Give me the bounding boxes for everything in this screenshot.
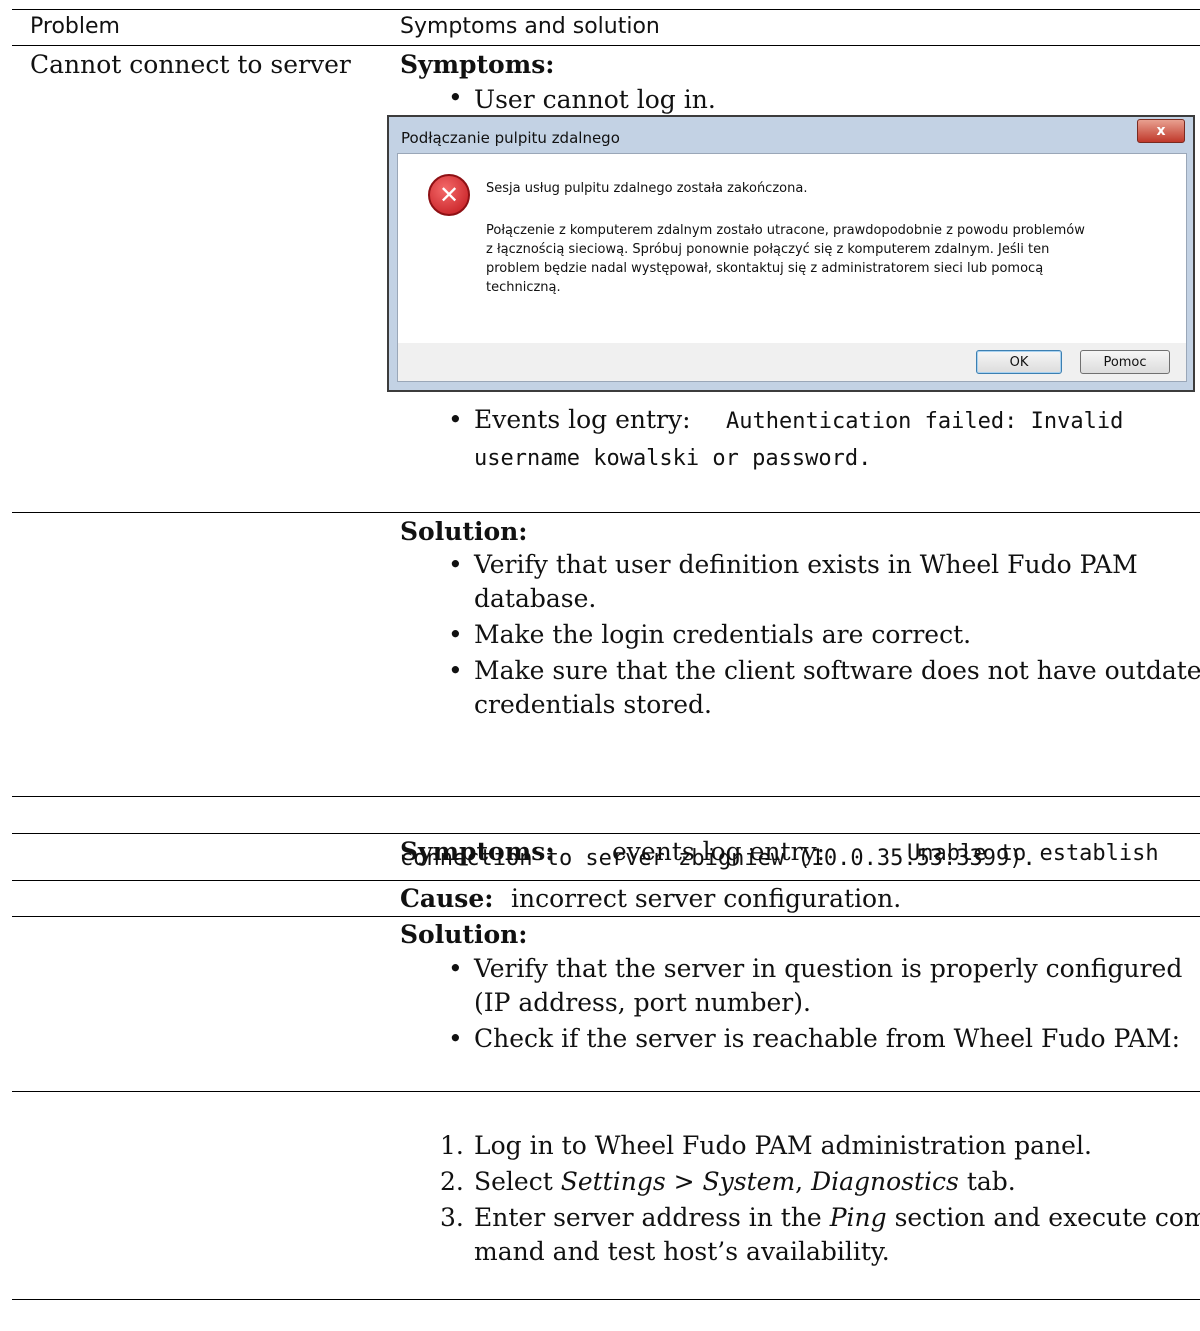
- bullet-marker: •: [448, 83, 463, 112]
- step-2-tab: tab.: [966, 1167, 1016, 1196]
- symptom-bullet-login: User cannot log in.: [474, 85, 716, 114]
- problem-label: Cannot connect to server: [30, 50, 351, 79]
- step-2-select: Select: [474, 1167, 553, 1196]
- header-problem: Problem: [30, 14, 120, 39]
- remote-desktop-dialog: Podłączanie pulpitu zdalnego x ✕ Sesja u…: [387, 115, 1195, 392]
- step-1-text: Log in to Wheel Fudo PAM administration …: [474, 1131, 1092, 1160]
- solution-bullet-3-line-2: credentials stored.: [474, 690, 712, 719]
- row-rule-5: [12, 916, 1200, 917]
- step-3-enter: Enter server address in the: [474, 1203, 822, 1232]
- header-symptoms-and-solution: Symptoms and solution: [400, 14, 660, 39]
- solution2-bullet-2: Check if the server is reachable from Wh…: [474, 1024, 1181, 1053]
- ok-button[interactable]: OK: [976, 350, 1062, 374]
- error-icon: ✕: [428, 174, 470, 216]
- dialog-message-line-3: problem będzie nadal występował, skontak…: [486, 261, 1044, 276]
- table-top-rule: [12, 9, 1200, 10]
- dialog-body: ✕ Sesja usług pulpitu zdalnego została z…: [397, 153, 1187, 345]
- events-log-code-line-2: username kowalski or password.: [474, 446, 872, 471]
- events-log-code-line-1: Authentication failed: Invalid: [726, 409, 1124, 434]
- symptoms-heading: Symptoms:: [400, 50, 555, 79]
- step-number-1: 1.: [440, 1131, 464, 1160]
- bullet-marker: •: [448, 954, 463, 983]
- row-rule-1: [12, 512, 1200, 513]
- solution2-bullet-1-line-2: (IP address, port number).: [474, 988, 811, 1017]
- step-3-section: section and execute com-: [894, 1203, 1200, 1232]
- dialog-message-line-2: z łącznością sieciową. Spróbuj ponownie …: [486, 242, 1050, 257]
- row-rule-6: [12, 1091, 1200, 1092]
- cause-text: incorrect server configuration.: [511, 884, 902, 913]
- bullet-marker: •: [448, 1024, 463, 1053]
- step-number-3: 3.: [440, 1203, 464, 1232]
- bullet-marker: •: [448, 550, 463, 579]
- header-rule: [12, 45, 1200, 46]
- bullet-marker: •: [448, 405, 463, 434]
- step-2-diagnostics: Diagnostics: [811, 1167, 959, 1196]
- solution-bullet-1-line-1: Verify that user definition exists in Wh…: [474, 550, 1138, 579]
- symptoms-code-line-2: connection to server zbigniew (10.0.35.5…: [400, 846, 1036, 871]
- solution-bullet-1-line-2: database.: [474, 584, 597, 613]
- help-button[interactable]: Pomoc: [1080, 350, 1170, 374]
- step-2-system: System: [702, 1167, 796, 1196]
- row-rule-7: [12, 1299, 1200, 1300]
- row-rule-3: [12, 833, 1200, 834]
- step-2-comma: ,: [795, 1167, 804, 1196]
- row-rule-2: [12, 796, 1200, 797]
- solution-heading: Solution:: [400, 517, 528, 546]
- step-3-text-line-2: mand and test host’s availability.: [474, 1237, 890, 1266]
- dialog-button-bar: OK Pomoc: [397, 343, 1187, 382]
- solution-bullet-3-line-1: Make sure that the client software does …: [474, 656, 1200, 685]
- solution-heading-2: Solution:: [400, 920, 528, 949]
- dialog-message-line-4: techniczną.: [486, 280, 561, 295]
- step-3-ping: Ping: [829, 1203, 887, 1232]
- events-log-prefix: Events log entry:: [474, 405, 691, 434]
- dialog-title: Podłączanie pulpitu zdalnego: [401, 129, 620, 147]
- solution-bullet-2: Make the login credentials are correct.: [474, 620, 972, 649]
- step-3-text-line-1: Enter server address in the Ping section…: [474, 1203, 1200, 1232]
- cause-heading: Cause:: [400, 884, 494, 913]
- solution2-bullet-1-line-1: Verify that the server in question is pr…: [474, 954, 1183, 983]
- dialog-heading: Sesja usług pulpitu zdalnego została zak…: [486, 181, 808, 196]
- step-2-settings: Settings: [560, 1167, 666, 1196]
- step-2-gt: >: [673, 1167, 695, 1196]
- step-2-text: Select Settings > System, Diagnostics ta…: [474, 1167, 1016, 1196]
- bullet-marker: •: [448, 656, 463, 685]
- bullet-marker: •: [448, 620, 463, 649]
- close-icon[interactable]: x: [1137, 119, 1185, 143]
- step-number-2: 2.: [440, 1167, 464, 1196]
- row-rule-4: [12, 880, 1200, 881]
- dialog-message-line-1: Połączenie z komputerem zdalnym zostało …: [486, 223, 1085, 238]
